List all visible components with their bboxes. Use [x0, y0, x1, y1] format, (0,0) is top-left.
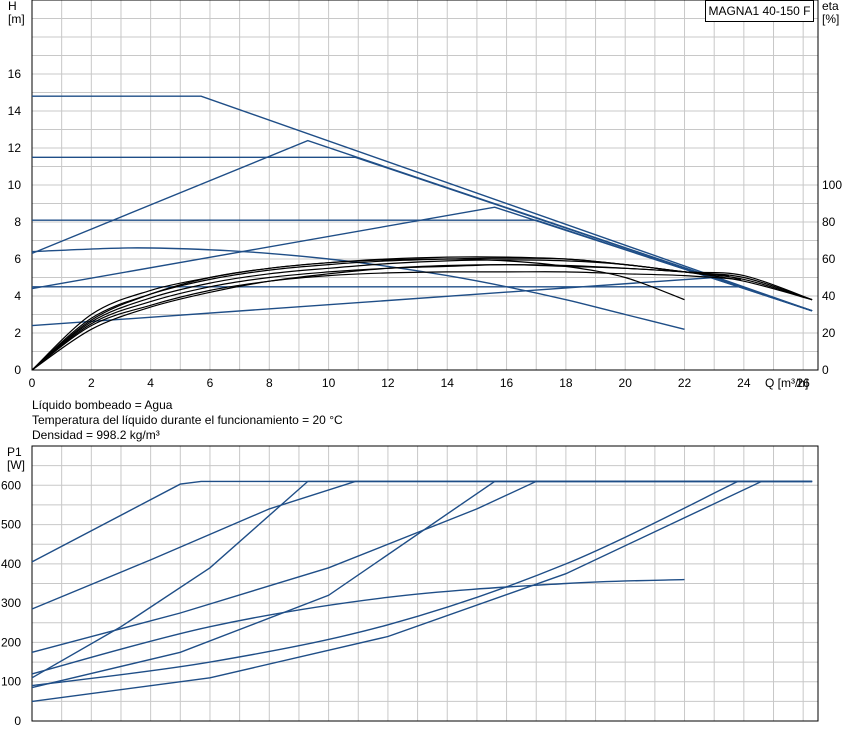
head-y-tick-label: 6: [14, 252, 21, 266]
density-info: Densidad = 998.2 kg/m³: [32, 428, 160, 442]
head-chart-curves: [31, 95, 813, 371]
x-tick-label: 22: [678, 376, 692, 390]
x-tick-label: 14: [441, 376, 455, 390]
power-curve: [31, 480, 813, 703]
head-y-tick-label: 16: [8, 67, 22, 81]
pumped-liquid-info: Líquido bombeado = Agua: [32, 398, 173, 412]
power-y-tick-label: 0: [14, 714, 21, 728]
eta-y-tick-label: 80: [822, 215, 836, 229]
x-tick-label: 8: [266, 376, 273, 390]
eta-axis-label: [%]: [822, 12, 839, 26]
efficiency-curve: [31, 256, 813, 371]
power-curve: [31, 480, 813, 653]
x-tick-label: 4: [147, 376, 154, 390]
eta-y-tick-label: 0: [822, 363, 829, 377]
head-curve: [32, 156, 813, 312]
x-tick-label: 16: [500, 376, 514, 390]
x-tick-label: 24: [737, 376, 751, 390]
power-y-tick-label: 300: [1, 596, 21, 610]
power-y-tick-label: 100: [1, 675, 21, 689]
head-y-tick-label: 2: [14, 326, 21, 340]
x-tick-label: 6: [207, 376, 214, 390]
liquid-temperature-info: Temperatura del líquido durante el funci…: [32, 413, 343, 427]
head-axis-label: [m]: [8, 12, 25, 26]
x-tick-label: 20: [619, 376, 633, 390]
power-curve: [31, 480, 813, 563]
eta-y-tick-label: 20: [822, 326, 836, 340]
eta-y-tick-label: 100: [822, 178, 842, 192]
power-y-tick-label: 200: [1, 635, 21, 649]
power-axis-label: P1: [7, 445, 22, 459]
power-curve: [31, 480, 813, 679]
x-tick-label: 10: [322, 376, 336, 390]
head-y-tick-label: 8: [14, 215, 21, 229]
head-y-tick-label: 12: [8, 141, 22, 155]
x-tick-label: 2: [88, 376, 95, 390]
head-curve: [32, 219, 813, 312]
model-label: MAGNA1 40-150 F: [705, 0, 814, 22]
head-y-tick-label: 4: [14, 289, 21, 303]
power-axis-label: [W]: [7, 458, 25, 472]
efficiency-curve: [31, 263, 730, 371]
pump-performance-chart: 0 2 4 6 8 10 12 14 16 18 20 22 24 2602468101214160204…: [1, 0, 842, 728]
eta-y-tick-label: 60: [822, 252, 836, 266]
x-tick-label: 12: [381, 376, 395, 390]
power-y-tick-label: 600: [1, 478, 21, 492]
power-y-tick-label: 500: [1, 518, 21, 532]
x-tick-label: 0: [29, 376, 36, 390]
flow-axis-label: Q [m³/h]: [765, 376, 808, 390]
power-y-tick-label: 400: [1, 557, 21, 571]
head-y-tick-label: 10: [8, 178, 22, 192]
head-chart-grid: [31, 0, 819, 371]
x-tick-label: 18: [559, 376, 573, 390]
eta-y-tick-label: 40: [822, 289, 836, 303]
head-curve: [31, 276, 715, 327]
power-chart-grid: [31, 445, 819, 722]
head-y-tick-label: 0: [14, 363, 21, 377]
power-chart-curves: [31, 480, 813, 703]
head-y-tick-label: 14: [8, 104, 22, 118]
